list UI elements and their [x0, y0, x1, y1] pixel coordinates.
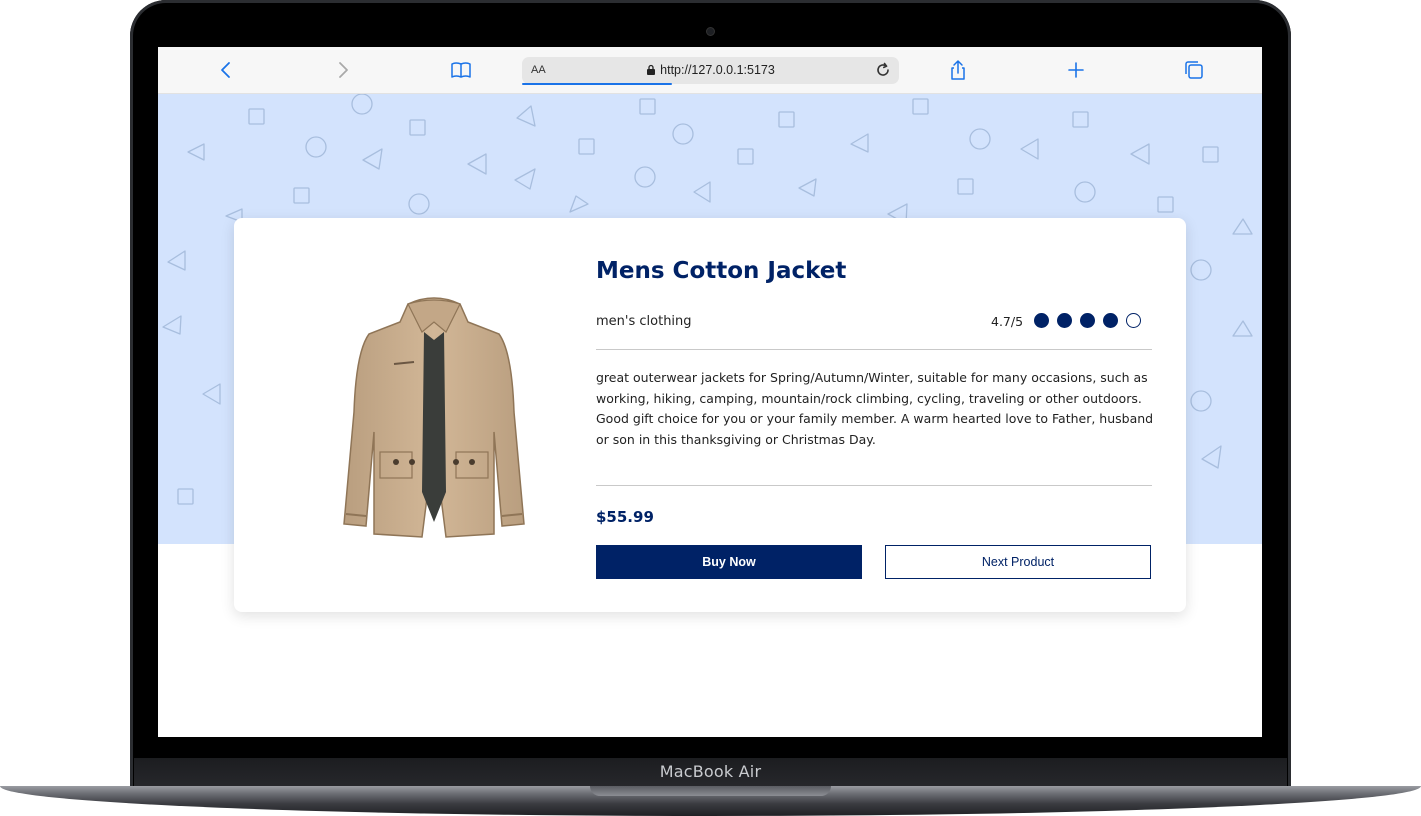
url-text: http://127.0.0.1:5173	[660, 63, 775, 77]
reload-icon[interactable]	[873, 60, 893, 80]
product-title: Mens Cotton Jacket	[596, 258, 847, 284]
buy-now-button[interactable]: Buy Now	[596, 545, 862, 579]
rating-dot-empty	[1126, 313, 1141, 328]
next-product-button[interactable]: Next Product	[885, 545, 1151, 579]
rating-dot-filled	[1034, 313, 1049, 328]
page-content: Mens Cotton Jacket men's clothing 4.7/5 …	[158, 94, 1262, 737]
tabs-overview-button[interactable]	[1180, 57, 1208, 83]
divider-top	[596, 349, 1152, 350]
product-category: men's clothing	[596, 314, 692, 329]
rating-dot-filled	[1103, 313, 1118, 328]
rating-dot-filled	[1057, 313, 1072, 328]
new-tab-icon	[1068, 62, 1084, 78]
rating-text: 4.7/5	[991, 314, 1024, 329]
lock-icon	[647, 64, 656, 75]
forward-icon	[339, 62, 348, 78]
product-price: $55.99	[596, 508, 654, 526]
back-icon	[221, 62, 230, 78]
browser-toolbar: AA http://127.0.0.1:5173	[158, 47, 1262, 94]
forward-button[interactable]	[329, 57, 357, 83]
product-card: Mens Cotton Jacket men's clothing 4.7/5 …	[234, 218, 1186, 612]
bookmarks-button[interactable]	[447, 57, 475, 83]
rating-dots	[1034, 313, 1141, 328]
address-bar[interactable]: AA http://127.0.0.1:5173	[522, 57, 899, 85]
page-load-progress	[522, 83, 672, 85]
product-description: great outerwear jackets for Spring/Autum…	[596, 370, 1154, 447]
tabs-icon	[1185, 61, 1203, 79]
camera-icon	[706, 27, 715, 36]
device-label: MacBook Air	[659, 762, 762, 781]
divider-bottom	[596, 485, 1152, 486]
rating-dot-filled	[1080, 313, 1095, 328]
share-button[interactable]	[944, 57, 972, 83]
share-icon	[951, 60, 965, 80]
bookmarks-icon	[451, 62, 471, 78]
browser-window: AA http://127.0.0.1:5173 Mens Cotton Jac…	[158, 47, 1262, 737]
product-image	[343, 297, 525, 538]
new-tab-button[interactable]	[1062, 57, 1090, 83]
laptop-notch	[590, 786, 831, 796]
back-button[interactable]	[212, 57, 240, 83]
